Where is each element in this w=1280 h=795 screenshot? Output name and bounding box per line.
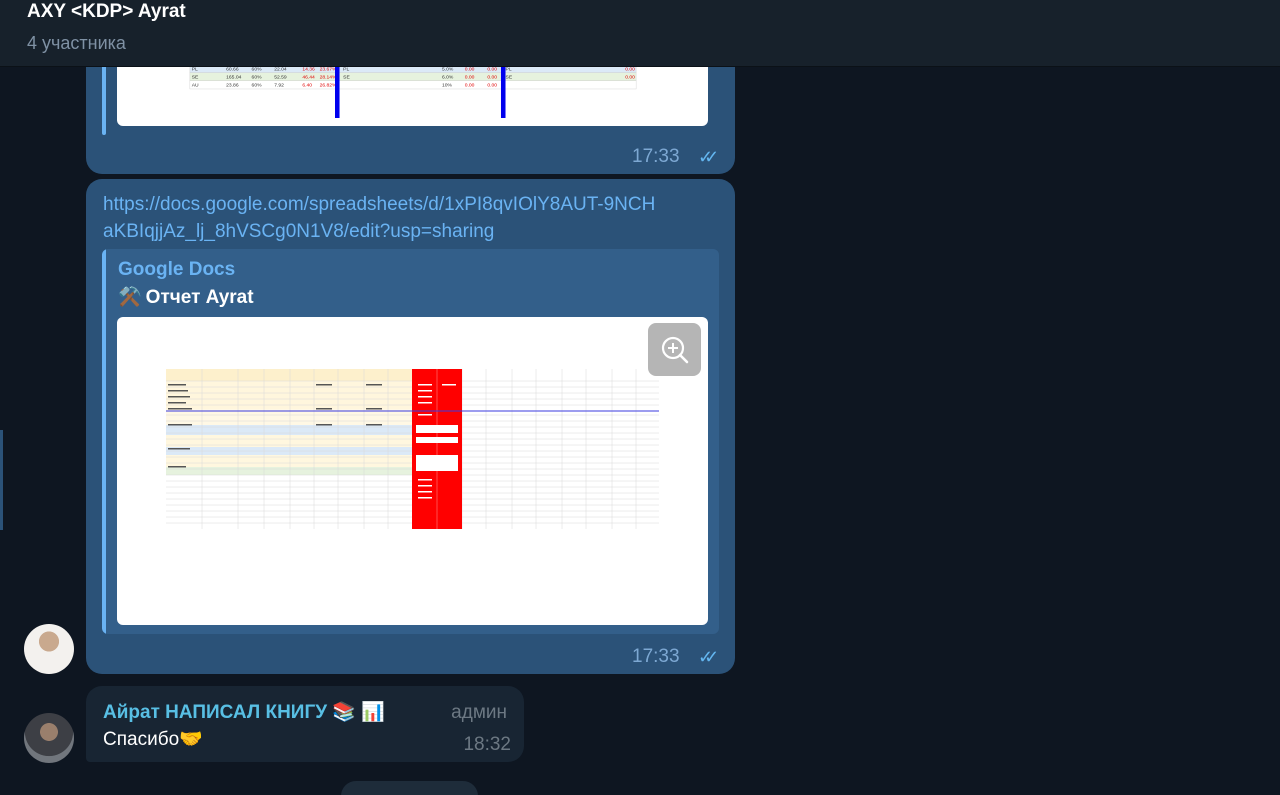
sheet-cell: 14.36 xyxy=(302,66,315,72)
sheet-cell: 23.67% xyxy=(320,66,337,72)
link-line-2[interactable]: aKBIqjjAz_lj_8hVSCg0N1V8/edit?usp=sharin… xyxy=(103,218,723,245)
google-docs-link[interactable]: https://docs.google.com/spreadsheets/d/1… xyxy=(103,191,723,245)
member-count: 4 участника xyxy=(27,33,126,53)
sheet-cell: AU xyxy=(192,83,199,89)
sheet-cell: 60.66 xyxy=(226,66,239,72)
chat-header[interactable]: AXY <KDP> Ayrat 4 участника xyxy=(0,0,1280,67)
sheet-cell: 0.00 xyxy=(625,66,635,72)
sender-name[interactable]: Айрат НАПИСАЛ КНИГУ 📚 📊 xyxy=(103,700,385,724)
sheet-cell: 0.00 xyxy=(625,75,635,81)
link-line-1[interactable]: https://docs.google.com/spreadsheets/d/1… xyxy=(103,191,723,218)
zoom-button[interactable] xyxy=(648,323,701,376)
sheet-cell: 52.59 xyxy=(274,75,287,81)
sheet-cell: 165.04 xyxy=(226,75,241,81)
sheet-cell: 22.04 xyxy=(274,66,287,72)
tools-icon: ⚒️ xyxy=(118,287,142,308)
sheet-cell: 26.82% xyxy=(320,83,337,89)
sheet-cell: SE xyxy=(343,75,350,81)
incoming-message[interactable]: Айрат НАПИСАЛ КНИГУ 📚 📊 админ Спасибо🤝 1… xyxy=(86,686,524,762)
message-time: 17:33 xyxy=(632,146,680,167)
sheet-cell: 0.00 xyxy=(487,83,497,89)
outgoing-link-message[interactable]: https://docs.google.com/spreadsheets/d/1… xyxy=(86,179,735,674)
link-preview-card[interactable]: Google Docs ⚒️ Отчет Ayrat xyxy=(102,249,719,634)
sheet-cell: 0.00 xyxy=(487,75,497,81)
sheet-cell: 60% xyxy=(252,66,263,72)
user-avatar[interactable] xyxy=(24,624,74,674)
sheet-cell: 0.00 xyxy=(465,83,475,89)
sender-name-text[interactable]: Айрат НАПИСАЛ КНИГУ xyxy=(103,702,327,723)
preview-title: ⚒️ Отчет Ayrat xyxy=(118,285,254,309)
sheet-cell: PL xyxy=(506,66,512,72)
message-text-body: Спасибо xyxy=(103,729,180,750)
handshake-emoji: 🤝 xyxy=(179,729,203,750)
preview-image[interactable] xyxy=(117,317,708,625)
sheet-cell: 0.00 xyxy=(465,66,475,72)
date-pill xyxy=(341,781,478,795)
preview-site-name: Google Docs xyxy=(118,259,236,280)
sheet-cell: SE xyxy=(506,75,513,81)
sheet-cell: 7.92 xyxy=(274,83,284,89)
double-check-icon: ✓✓ xyxy=(698,147,719,167)
sender-avatar[interactable] xyxy=(24,713,74,763)
spreadsheet-thumbnail xyxy=(166,369,659,529)
message-time: 17:33 xyxy=(632,646,680,667)
sheet-cell: 60% xyxy=(252,75,263,81)
admin-badge: админ xyxy=(451,702,507,723)
sheet-cell: 0.00 xyxy=(465,75,475,81)
quote-bar xyxy=(102,249,106,634)
sheet-cell: PL xyxy=(343,66,349,72)
sheet-cell: 60% xyxy=(252,83,263,89)
message-time: 18:32 xyxy=(463,734,511,755)
double-check-icon: ✓✓ xyxy=(698,647,719,667)
sheet-cell: 0.00 xyxy=(487,66,497,72)
sheet-cell: SE xyxy=(192,75,199,81)
sheet-cell: 10% xyxy=(442,83,453,89)
message-text: Спасибо🤝 xyxy=(103,727,203,751)
sheet-cell: 6.0% xyxy=(442,75,454,81)
left-edge-strip xyxy=(0,430,3,530)
chat-title[interactable]: AXY <KDP> Ayrat xyxy=(27,1,186,23)
preview-title-text: Отчет Ayrat xyxy=(145,287,254,308)
sheet-cell: 5.0% xyxy=(442,66,454,72)
sheet-cell: 23.86 xyxy=(226,83,239,89)
sheet-cell: PL xyxy=(192,66,198,72)
sheet-cell: 6.40 xyxy=(302,83,312,89)
books-chart-emoji: 📚 📊 xyxy=(332,702,385,723)
sheet-cell: 46.44 xyxy=(302,75,315,81)
zoom-in-icon xyxy=(661,336,689,364)
sheet-cell: 28.14% xyxy=(320,75,337,81)
